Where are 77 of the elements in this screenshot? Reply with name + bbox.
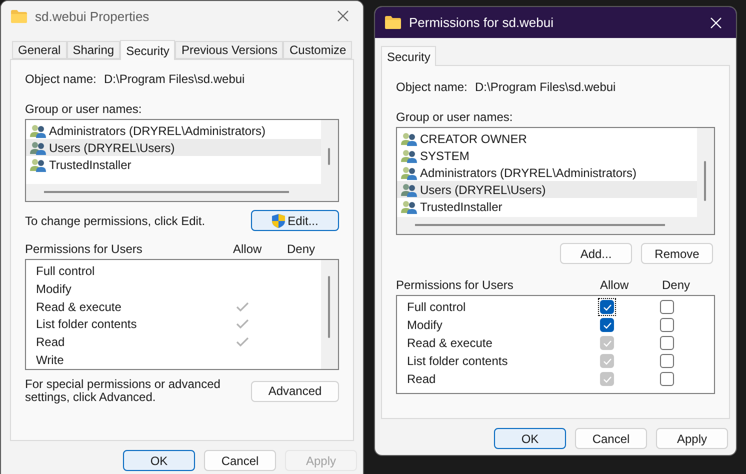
check-icon: [602, 304, 612, 310]
permission-name: Read: [406, 372, 437, 386]
users-icon: [401, 182, 418, 196]
section-label: Permissions for Users: [396, 278, 514, 292]
user-list-item[interactable]: TrustedInstaller: [397, 198, 697, 215]
add-button[interactable]: Add...: [560, 243, 632, 264]
users-icon: [401, 148, 418, 162]
user-list-item[interactable]: Users (DRYREL\Users): [26, 139, 321, 156]
column-header: Allow: [600, 278, 630, 292]
window-title: Permissions for sd.webui: [409, 15, 554, 30]
tab[interactable]: General: [12, 41, 67, 59]
column-header: Deny: [287, 242, 316, 256]
check-icon: [602, 358, 612, 364]
window-title: sd.webui Properties: [35, 8, 150, 24]
dialog-button[interactable]: Cancel: [575, 428, 647, 449]
user-name: TrustedInstaller: [420, 200, 502, 214]
check-icon: [602, 322, 612, 328]
user-name: SYSTEM: [420, 148, 470, 162]
user-list-item[interactable]: SYSTEM: [397, 147, 697, 164]
users-icon: [30, 124, 47, 138]
hint-text: To change permissions, click Edit.: [25, 214, 206, 228]
permission-name: Read & execute: [406, 336, 494, 350]
user-list-item[interactable]: TrustedInstaller: [26, 156, 321, 173]
allow-checkbox[interactable]: [600, 318, 614, 332]
object-path: D:\Program Files\sd.webui: [475, 80, 616, 94]
permission-name: Full control: [406, 300, 467, 314]
users-icon: [401, 132, 418, 146]
users-icon: [401, 200, 418, 214]
dialog-button[interactable]: OK: [494, 428, 566, 449]
column-header: Allow: [232, 242, 263, 256]
check-icon: [602, 340, 612, 346]
user-name: Administrators (DRYREL\Administrators): [49, 124, 266, 138]
user-name: TrustedInstaller: [49, 158, 132, 172]
section-label: Group or user names:: [25, 102, 142, 116]
user-name: CREATOR OWNER: [420, 132, 527, 146]
dialog-button[interactable]: OK: [123, 450, 195, 471]
deny-checkbox[interactable]: [660, 318, 674, 332]
user-list-item[interactable]: Users (DRYREL\Users): [397, 181, 697, 198]
user-name: Administrators (DRYREL\Administrators): [420, 166, 636, 180]
remove-button[interactable]: Remove: [641, 243, 713, 264]
users-icon: [30, 158, 47, 172]
shield-icon: [272, 214, 285, 228]
users-icon: [30, 140, 47, 154]
users-icon: [401, 166, 418, 180]
section-label: Group or user names:: [396, 110, 513, 124]
folder-icon: [11, 10, 27, 22]
tab[interactable]: Previous Versions: [175, 41, 284, 59]
object-path: D:\Program Files\sd.webui: [104, 72, 245, 86]
user-name: Users (DRYREL\Users): [49, 140, 175, 154]
permission-name: Read & execute: [35, 300, 122, 314]
advanced-button[interactable]: Advanced: [251, 380, 339, 402]
tab[interactable]: Customize: [283, 41, 352, 59]
column-header: Deny: [662, 278, 690, 292]
permission-name: Write: [35, 353, 65, 368]
dialog-button[interactable]: Apply: [656, 428, 728, 449]
permission-name: List folder contents: [406, 354, 509, 368]
user-list-item[interactable]: CREATOR OWNER: [397, 130, 697, 147]
tab[interactable]: Security: [381, 46, 436, 66]
permission-name: Modify: [406, 318, 444, 332]
permission-name: Read: [35, 335, 66, 350]
user-name: Users (DRYREL\Users): [420, 182, 546, 196]
edit-button[interactable]: Edit...: [251, 210, 339, 231]
hint-text: For special permissions or advanced settings, click Advanced.: [25, 378, 222, 404]
folder-icon: [385, 16, 401, 29]
dialog-button[interactable]: Cancel: [204, 450, 276, 471]
deny-checkbox[interactable]: [660, 300, 674, 314]
user-list-item[interactable]: Administrators (DRYREL\Administrators): [397, 164, 697, 181]
permission-name: List folder contents: [35, 317, 138, 332]
permission-name: Full control: [35, 264, 96, 278]
permission-name: Modify: [35, 282, 72, 296]
field-label: Object name:: [396, 80, 468, 94]
field-label: Object name:: [25, 72, 98, 86]
user-list-item[interactable]: Administrators (DRYREL\Administrators): [26, 122, 321, 139]
check-icon: [602, 376, 612, 382]
section-label: Permissions for Users: [25, 242, 144, 256]
tab[interactable]: Security: [120, 40, 176, 60]
tab[interactable]: Sharing: [66, 41, 120, 59]
